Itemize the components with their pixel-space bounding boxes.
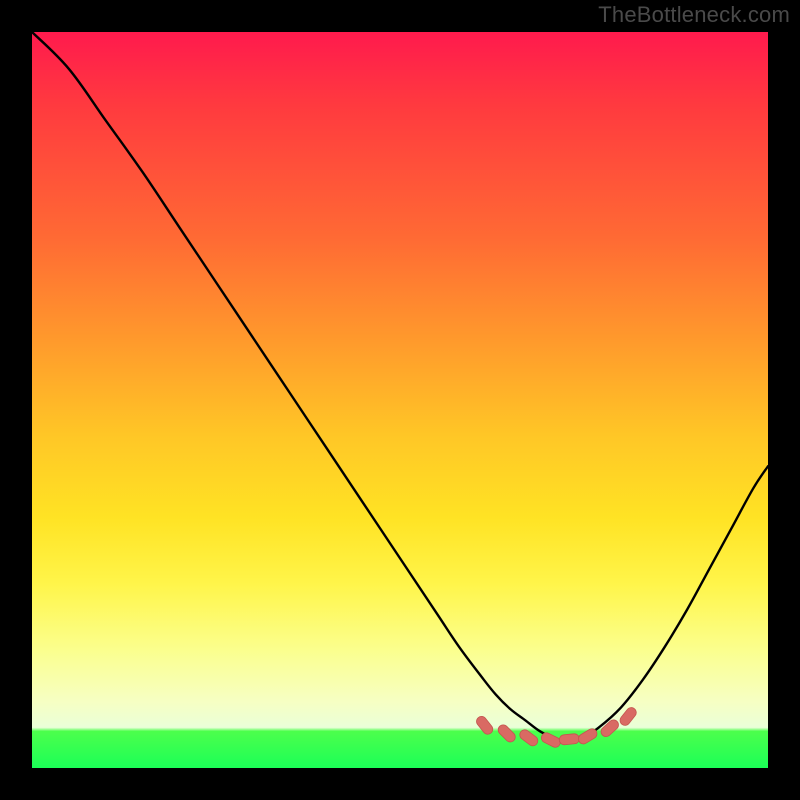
plot-area bbox=[32, 32, 768, 768]
trough-marker bbox=[496, 723, 517, 744]
trough-marker bbox=[599, 718, 621, 739]
trough-marker bbox=[577, 727, 599, 746]
trough-marker bbox=[474, 714, 494, 736]
trough-marker bbox=[518, 728, 540, 748]
trough-marker bbox=[559, 733, 580, 745]
curve-layer bbox=[32, 32, 768, 768]
chart-stage: TheBottleneck.com bbox=[0, 0, 800, 800]
attribution-text: TheBottleneck.com bbox=[598, 2, 790, 28]
trough-marker bbox=[540, 731, 562, 749]
bottleneck-curve bbox=[32, 32, 768, 741]
trough-markers bbox=[474, 706, 638, 749]
